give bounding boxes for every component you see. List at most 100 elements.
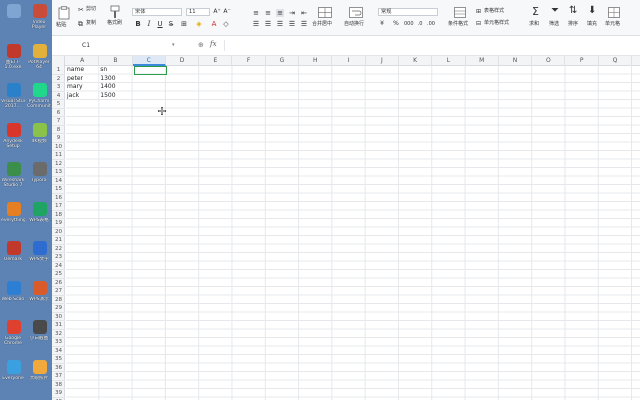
function-icon[interactable]: fx: [210, 40, 217, 48]
cell-value[interactable]: mary: [66, 83, 99, 92]
cell-value[interactable]: 1400: [99, 83, 132, 92]
desktop-shortcut[interactable]: 大眼照片: [27, 358, 51, 396]
cell-icon[interactable]: [608, 7, 620, 18]
row-header[interactable]: 18: [52, 211, 65, 219]
desktop-shortcut[interactable]: PyCharm Community: [27, 81, 51, 119]
row-header[interactable]: 36: [52, 364, 65, 372]
distribute-icon[interactable]: ☰: [300, 20, 308, 28]
align-middle-icon[interactable]: ≡: [264, 9, 272, 17]
column-header[interactable]: O: [532, 56, 566, 66]
formula-input[interactable]: [224, 40, 636, 51]
row-header[interactable]: 39: [52, 389, 65, 398]
align-top-icon[interactable]: ≡: [252, 9, 260, 17]
row-header[interactable]: 32: [52, 330, 65, 338]
row-header[interactable]: 19: [52, 219, 65, 228]
increase-decimal-icon[interactable]: .0: [416, 20, 424, 28]
font-color-icon[interactable]: A: [210, 20, 218, 28]
desktop-shortcut[interactable]: WPS文字: [27, 239, 51, 277]
percent-icon[interactable]: %: [392, 20, 400, 28]
cut-button[interactable]: 剪切: [86, 6, 96, 13]
row-header[interactable]: 23: [52, 253, 65, 262]
column-header[interactable]: I: [332, 56, 366, 66]
format-painter-button[interactable]: 格式刷: [107, 20, 122, 27]
column-header[interactable]: M: [466, 56, 499, 66]
column-header[interactable]: F: [233, 56, 266, 66]
copy-icon[interactable]: ⧉: [78, 20, 83, 29]
currency-icon[interactable]: ¥: [378, 20, 386, 28]
desktop-shortcut[interactable]: everything: [1, 200, 25, 238]
row-header[interactable]: 6: [52, 109, 65, 117]
chevron-down-icon[interactable]: ▾: [172, 42, 175, 48]
row-header[interactable]: 4: [52, 92, 65, 100]
row-header[interactable]: 27: [52, 287, 65, 296]
conditional-format-button[interactable]: 条件格式: [448, 21, 468, 28]
cell-value[interactable]: peter: [66, 75, 99, 84]
paste-icon[interactable]: [58, 6, 70, 20]
justify-icon[interactable]: ☰: [288, 20, 296, 28]
column-header[interactable]: D: [166, 56, 200, 66]
cell-value[interactable]: 1300: [99, 75, 132, 84]
column-header[interactable]: A: [66, 56, 100, 66]
column-header[interactable]: J: [366, 56, 399, 66]
desktop-shortcut[interactable]: [1, 2, 25, 40]
decrease-font-icon[interactable]: A⁻: [223, 8, 231, 16]
desktop-shortcut[interactable]: 图ETT- 1.0.exe: [1, 42, 25, 80]
row-header[interactable]: 1: [52, 66, 65, 75]
number-format-select[interactable]: 常规: [378, 8, 438, 16]
column-header[interactable]: L: [432, 56, 466, 66]
align-center-icon[interactable]: ☰: [264, 20, 272, 28]
wrap-text-button[interactable]: 自动换行: [344, 21, 364, 28]
cell-value[interactable]: jack: [66, 92, 99, 101]
column-header[interactable]: H: [299, 56, 333, 66]
filter-button[interactable]: 筛选: [549, 21, 559, 28]
name-box[interactable]: C1: [74, 41, 178, 51]
italic-icon[interactable]: I: [145, 20, 153, 28]
desktop-shortcut[interactable]: Wireshark Studio 7: [1, 160, 25, 198]
font-size-select[interactable]: 11: [186, 8, 210, 16]
conditional-format-icon[interactable]: [454, 7, 466, 18]
bold-icon[interactable]: B: [134, 20, 142, 28]
cell-style-icon[interactable]: ⊟: [476, 20, 481, 27]
desktop-shortcut[interactable]: Anydesk Setup: [1, 121, 25, 159]
sum-button[interactable]: 求和: [529, 21, 539, 28]
row-header[interactable]: 28: [52, 296, 65, 304]
strikethrough-icon[interactable]: S̶: [167, 20, 175, 28]
filter-icon[interactable]: ⏷: [551, 5, 559, 16]
table-style-button[interactable]: 表格样式: [484, 8, 504, 15]
row-header[interactable]: 37: [52, 372, 65, 381]
align-right-icon[interactable]: ☰: [276, 20, 284, 28]
cell-button[interactable]: 单元格: [605, 21, 620, 28]
desktop-shortcut[interactable]: Typora: [27, 160, 51, 198]
column-header[interactable]: B: [99, 56, 133, 66]
selected-cell[interactable]: [133, 66, 168, 75]
column-header[interactable]: G: [266, 56, 300, 66]
row-header[interactable]: 30: [52, 313, 65, 321]
row-header[interactable]: 2: [52, 75, 65, 83]
fill-button[interactable]: 填充: [587, 21, 597, 28]
row-header[interactable]: 35: [52, 355, 65, 364]
row-header[interactable]: 20: [52, 228, 65, 236]
row-header[interactable]: 3: [52, 83, 65, 92]
indent-icon[interactable]: ⇥: [288, 9, 296, 17]
sort-icon[interactable]: ⇅: [569, 5, 577, 16]
merge-center-button[interactable]: 合并居中: [312, 21, 332, 28]
clear-format-icon[interactable]: ◇: [222, 20, 230, 28]
sort-button[interactable]: 排序: [568, 21, 578, 28]
zoom-icon[interactable]: ⊕: [198, 41, 204, 49]
column-header[interactable]: N: [499, 56, 533, 66]
cell-value[interactable]: sn: [99, 66, 132, 75]
row-header[interactable]: 21: [52, 236, 65, 245]
underline-icon[interactable]: U: [156, 20, 164, 28]
select-all-corner[interactable]: [52, 56, 65, 66]
outdent-icon[interactable]: ⇤: [300, 9, 308, 17]
cell-value[interactable]: name: [66, 66, 99, 75]
fill-color-icon[interactable]: ◈: [195, 20, 203, 28]
row-header[interactable]: 9: [52, 134, 65, 143]
desktop-shortcut[interactable]: WPS表格: [27, 200, 51, 238]
desktop-shortcut[interactable]: Everyone: [1, 358, 25, 396]
row-header[interactable]: 29: [52, 304, 65, 313]
row-header[interactable]: 12: [52, 160, 65, 168]
scissors-icon[interactable]: ✂: [78, 6, 84, 14]
row-header[interactable]: 16: [52, 194, 65, 202]
row-header[interactable]: 13: [52, 168, 65, 177]
